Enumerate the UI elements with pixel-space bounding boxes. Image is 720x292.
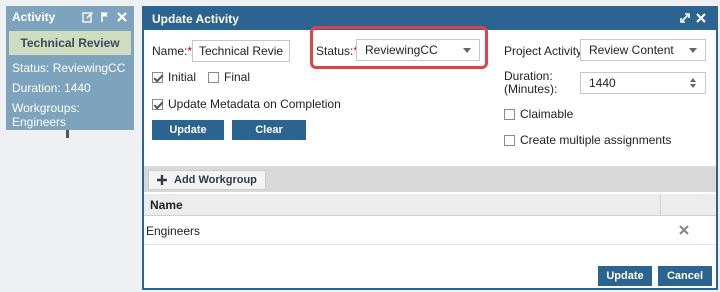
- plus-icon: [157, 172, 167, 188]
- add-workgroup-button[interactable]: Add Workgroup: [148, 170, 266, 190]
- workgroup-grid-header: Name: [144, 194, 716, 216]
- connector-line: [66, 130, 69, 138]
- project-activity-label: Project Activity:: [504, 44, 586, 58]
- claimable-label: Claimable: [520, 107, 574, 121]
- chevron-down-icon: [689, 47, 697, 53]
- project-activity-select[interactable]: Review Content: [580, 39, 706, 61]
- update-metadata-label: Update Metadata on Completion: [168, 97, 341, 111]
- activity-duration: Duration: 1440: [12, 81, 91, 95]
- dialog-title: Update Activity: [152, 12, 239, 26]
- dialog-close-icon[interactable]: [694, 12, 708, 27]
- claimable-checkbox[interactable]: Claimable: [504, 107, 573, 121]
- activity-card[interactable]: Activity Technical Review Status: Review…: [6, 6, 134, 130]
- initial-checkbox[interactable]: Initial: [152, 70, 196, 84]
- clear-button[interactable]: Clear: [232, 120, 306, 140]
- spinner-icon[interactable]: [689, 77, 697, 89]
- column-divider: [660, 194, 661, 216]
- duration-input[interactable]: 1440: [580, 72, 706, 94]
- activity-card-header: Activity: [6, 6, 134, 28]
- column-header-name[interactable]: Name: [150, 198, 183, 212]
- duration-label: Duration: (Minutes):: [504, 69, 558, 96]
- project-activity-value: Review Content: [589, 43, 674, 57]
- status-highlight-box: [310, 26, 488, 69]
- footer-cancel-button[interactable]: Cancel: [658, 266, 712, 286]
- remove-row-icon[interactable]: [679, 222, 689, 238]
- activity-workgroups: Workgroups: Engineers: [12, 101, 80, 129]
- flag-icon[interactable]: [99, 11, 111, 23]
- final-checkbox[interactable]: Final: [208, 70, 250, 84]
- update-metadata-checkbox[interactable]: Update Metadata on Completion: [152, 97, 341, 111]
- close-icon[interactable]: [116, 11, 128, 23]
- claimable-checkbox-box[interactable]: [504, 108, 515, 120]
- update-form-button[interactable]: Update: [152, 120, 224, 140]
- activity-status: Status: ReviewingCC: [12, 61, 126, 75]
- expand-icon[interactable]: [678, 12, 692, 27]
- final-checkbox-box[interactable]: [208, 71, 219, 83]
- multiple-assignments-label: Create multiple assignments: [520, 133, 672, 147]
- duration-value: 1440: [589, 76, 616, 90]
- name-label: Name:*: [152, 44, 193, 58]
- final-label: Final: [224, 70, 251, 84]
- update-activity-dialog: Update Activity Name:* Status:* Reviewin…: [142, 6, 718, 290]
- edit-icon[interactable]: [82, 11, 94, 23]
- multiple-assignments-checkbox-box[interactable]: [504, 134, 515, 146]
- workgroup-name-cell: Engineers: [146, 224, 201, 238]
- multiple-assignments-checkbox[interactable]: Create multiple assignments: [504, 133, 671, 147]
- activity-name[interactable]: Technical Review: [9, 31, 131, 55]
- footer-update-button[interactable]: Update: [598, 266, 652, 286]
- name-input[interactable]: [192, 40, 290, 62]
- activity-card-title: Activity: [12, 10, 56, 24]
- initial-label: Initial: [168, 70, 197, 84]
- update-metadata-checkbox-box[interactable]: [152, 98, 163, 110]
- add-workgroup-label: Add Workgroup: [174, 174, 257, 186]
- initial-checkbox-box[interactable]: [152, 71, 163, 83]
- table-row[interactable]: Engineers: [144, 217, 716, 245]
